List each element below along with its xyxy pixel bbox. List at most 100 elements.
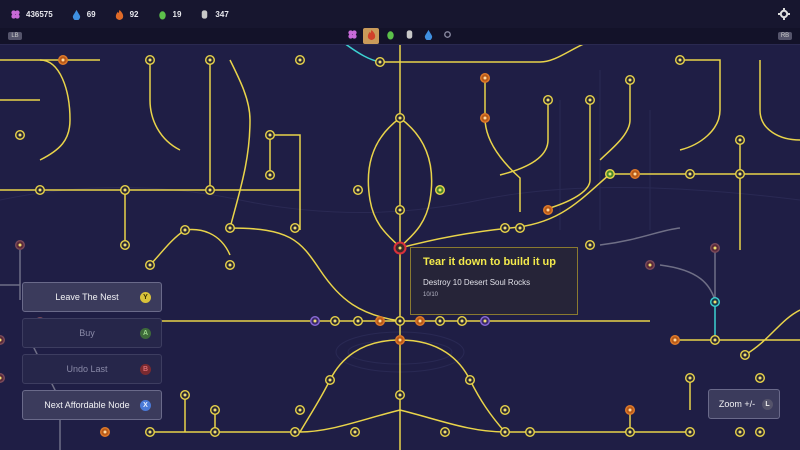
skill-node[interactable]: [515, 222, 526, 233]
skill-node[interactable]: [0, 373, 5, 383]
skill-node[interactable]: [685, 427, 696, 438]
tree-link: [599, 227, 716, 300]
skill-node[interactable]: [179, 390, 190, 401]
skill-node[interactable]: [325, 375, 336, 386]
skill-node[interactable]: [290, 222, 301, 233]
skill-node[interactable]: [480, 72, 491, 83]
skill-node-glyph: [298, 408, 302, 412]
skill-node[interactable]: [630, 168, 641, 179]
leave-nest-label: Leave The Nest: [55, 292, 119, 302]
skill-node[interactable]: [605, 168, 616, 179]
skill-node[interactable]: [265, 129, 276, 140]
skill-node[interactable]: [204, 184, 215, 195]
skill-node[interactable]: [395, 316, 406, 327]
skill-node[interactable]: [14, 129, 26, 140]
skill-node[interactable]: [625, 427, 636, 438]
skill-node[interactable]: [435, 184, 446, 195]
skill-node[interactable]: [144, 427, 155, 438]
skill-node[interactable]: [675, 55, 686, 66]
skill-node[interactable]: [310, 316, 321, 327]
skill-node[interactable]: [543, 204, 554, 215]
skill-node-glyph: [460, 319, 464, 323]
skill-node[interactable]: [395, 204, 406, 215]
skill-node[interactable]: [290, 427, 301, 438]
skill-node[interactable]: [295, 405, 306, 416]
skill-node[interactable]: [58, 55, 69, 66]
skill-node[interactable]: [543, 94, 554, 105]
next-category-key[interactable]: RB: [778, 32, 792, 40]
category-tab-flame[interactable]: [363, 28, 379, 44]
skill-node[interactable]: [393, 241, 407, 255]
skill-node[interactable]: [457, 316, 468, 327]
skill-node[interactable]: [395, 390, 406, 401]
skill-node[interactable]: [685, 168, 696, 179]
skill-node[interactable]: [119, 239, 130, 250]
skill-node[interactable]: [375, 316, 386, 327]
skill-node[interactable]: [440, 427, 451, 438]
skill-node[interactable]: [465, 375, 476, 386]
skill-node[interactable]: [625, 405, 636, 416]
skill-node[interactable]: [353, 184, 364, 195]
skill-node[interactable]: [14, 239, 26, 250]
skill-node[interactable]: [480, 112, 491, 123]
tooltip-progress: 10/10: [423, 292, 439, 298]
skill-node[interactable]: [179, 224, 190, 235]
skill-node[interactable]: [480, 316, 491, 327]
skill-node[interactable]: [0, 335, 5, 345]
skill-node[interactable]: [755, 427, 766, 438]
skill-node[interactable]: [710, 335, 721, 346]
skill-node[interactable]: [119, 184, 130, 195]
skill-node[interactable]: [500, 427, 511, 438]
skill-node[interactable]: [330, 316, 341, 327]
skill-node[interactable]: [710, 297, 721, 308]
skill-node[interactable]: [35, 184, 46, 195]
skill-node[interactable]: [144, 260, 155, 271]
skill-node[interactable]: [209, 405, 220, 416]
category-tab-seed[interactable]: [382, 28, 398, 44]
skill-node[interactable]: [353, 316, 364, 327]
skill-node[interactable]: [99, 427, 110, 438]
skill-node[interactable]: [500, 222, 511, 233]
skill-node[interactable]: [710, 242, 721, 253]
skill-node[interactable]: [670, 335, 681, 346]
skill-node[interactable]: [265, 169, 276, 180]
category-tab-gem-cluster[interactable]: [344, 28, 360, 44]
skill-node[interactable]: [395, 112, 406, 123]
skill-node[interactable]: [755, 373, 766, 384]
skill-node[interactable]: [209, 427, 220, 438]
leave-nest-button[interactable]: Leave The Nest Y: [22, 282, 162, 312]
skill-node[interactable]: [735, 427, 746, 438]
skill-node[interactable]: [144, 55, 155, 66]
skill-node[interactable]: [735, 134, 746, 145]
skill-node[interactable]: [585, 94, 596, 105]
skill-node[interactable]: [224, 222, 235, 233]
undo-last-button[interactable]: Undo Last B: [22, 354, 162, 384]
skill-node[interactable]: [350, 427, 361, 438]
skill-node[interactable]: [500, 405, 511, 416]
resource-fire-value: 92: [129, 9, 139, 19]
skill-node[interactable]: [740, 350, 751, 361]
skill-node[interactable]: [224, 260, 235, 271]
category-tab-sun[interactable]: [439, 28, 455, 44]
skill-node[interactable]: [204, 55, 215, 66]
next-affordable-node-button[interactable]: Next Affordable Node X: [22, 390, 162, 420]
prev-category-key[interactable]: LB: [8, 32, 22, 40]
skill-node[interactable]: [415, 316, 426, 327]
skill-node[interactable]: [435, 316, 446, 327]
skill-node[interactable]: [645, 260, 656, 271]
skill-node[interactable]: [295, 55, 306, 66]
skill-node[interactable]: [625, 74, 636, 85]
skill-node[interactable]: [585, 239, 596, 250]
skill-node-glyph: [38, 188, 42, 192]
skill-node[interactable]: [375, 57, 386, 68]
buy-button[interactable]: Buy A: [22, 318, 162, 348]
skill-node[interactable]: [395, 335, 406, 346]
zoom-button[interactable]: Zoom +/- L: [708, 389, 780, 419]
skill-node[interactable]: [525, 427, 536, 438]
skill-node[interactable]: [735, 168, 746, 179]
gear-icon[interactable]: [778, 8, 790, 20]
category-tab-water-drop[interactable]: [420, 28, 436, 44]
skill-node-glyph: [758, 430, 762, 434]
category-tab-stone[interactable]: [401, 28, 417, 44]
skill-node[interactable]: [685, 373, 696, 384]
